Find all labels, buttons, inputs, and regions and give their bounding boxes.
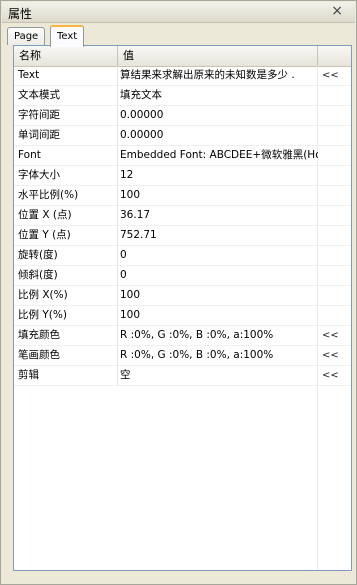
expand-button [318, 86, 351, 105]
property-name: 倾斜(度) [14, 266, 118, 285]
property-value[interactable]: 0 [118, 246, 318, 265]
expand-button [318, 306, 351, 325]
property-name: Text [14, 66, 118, 85]
table-row[interactable]: 剪辑空 << [14, 366, 351, 386]
expand-button [318, 186, 351, 205]
property-value[interactable]: 36.17 [118, 206, 318, 225]
expand-button [318, 286, 351, 305]
property-name: 填充颜色 [14, 326, 118, 345]
properties-panel: 属性 × Page Text 名称 值 Text 算结果来求解出原来的未知数是多少… [0, 0, 357, 585]
property-name: 位置 Y (点) [14, 226, 118, 245]
tab-page[interactable]: Page [7, 27, 46, 45]
table-row[interactable]: 位置 X (点) 36.17 [14, 206, 351, 226]
expand-button[interactable]: << [318, 66, 351, 85]
expand-button [318, 126, 351, 145]
property-value[interactable]: 空 [118, 366, 318, 385]
table-row[interactable]: 字体大小 12 [14, 166, 351, 186]
expand-button [318, 206, 351, 225]
table-row[interactable]: Font Embedded Font: ABCDEE+微软雅黑(Hor [14, 146, 351, 166]
property-name: 笔画颜色 [14, 346, 118, 365]
expand-button [318, 166, 351, 185]
property-name: 字符间距 [14, 106, 118, 125]
property-name: 文本模式 [14, 86, 118, 105]
property-value[interactable]: 0.00000 [118, 106, 318, 125]
table-row[interactable]: 倾斜(度) 0 [14, 266, 351, 286]
tab-strip: Page Text [7, 25, 352, 47]
property-value[interactable]: R :0%, G :0%, B :0%, a:100% [118, 326, 318, 345]
property-name: 字体大小 [14, 166, 118, 185]
property-value[interactable]: 100 [118, 286, 318, 305]
property-value[interactable]: 0.00000 [118, 126, 318, 145]
tab-text[interactable]: Text [50, 25, 85, 47]
table-row[interactable]: 文本模式 填充文本 [14, 86, 351, 106]
table-row[interactable]: 比例 X(%) 100 [14, 286, 351, 306]
expand-button [318, 226, 351, 245]
property-name: 比例 Y(%) [14, 306, 118, 325]
header-action [318, 46, 351, 66]
close-icon[interactable]: × [331, 3, 343, 19]
property-value[interactable]: 100 [118, 306, 318, 325]
table-row[interactable]: 单词间距 0.00000 [14, 126, 351, 146]
table-row[interactable]: 水平比例(%) 100 [14, 186, 351, 206]
panel-title: 属性 [8, 7, 33, 21]
property-name: 水平比例(%) [14, 186, 118, 205]
property-name: 位置 X (点) [14, 206, 118, 225]
table-row[interactable]: 笔画颜色 R :0%, G :0%, B :0%, a:100% << [14, 346, 351, 366]
property-value[interactable]: 12 [118, 166, 318, 185]
property-name: 比例 X(%) [14, 286, 118, 305]
table-row[interactable]: 旋转(度) 0 [14, 246, 351, 266]
property-value[interactable]: 算结果来求解出原来的未知数是多少 . [118, 66, 318, 85]
table-row[interactable]: 比例 Y(%) 100 [14, 306, 351, 326]
grid-header: 名称 值 [14, 46, 351, 67]
expand-button [318, 246, 351, 265]
property-value[interactable]: Embedded Font: ABCDEE+微软雅黑(Hor [118, 146, 318, 165]
property-name: 剪辑 [14, 366, 118, 385]
expand-button[interactable]: << [318, 366, 351, 385]
expand-button [318, 106, 351, 125]
expand-button [318, 146, 351, 165]
property-value[interactable]: R :0%, G :0%, B :0%, a:100% [118, 346, 318, 365]
property-grid: 名称 值 Text 算结果来求解出原来的未知数是多少 . << 文本模式 填充文本 字符间… [13, 45, 352, 571]
property-name: Font [14, 146, 118, 165]
expand-button[interactable]: << [318, 346, 351, 365]
table-row[interactable]: 填充颜色 R :0%, G :0%, B :0%, a:100% << [14, 326, 351, 346]
property-value[interactable]: 填充文本 [118, 86, 318, 105]
property-name: 旋转(度) [14, 246, 118, 265]
property-value[interactable]: 752.71 [118, 226, 318, 245]
property-value[interactable]: 100 [118, 186, 318, 205]
table-row[interactable]: 字符间距 0.00000 [14, 106, 351, 126]
expand-button [318, 266, 351, 285]
header-value[interactable]: 值 [118, 46, 318, 66]
table-row[interactable]: 位置 Y (点) 752.71 [14, 226, 351, 246]
panel-titlebar: 属性 × [2, 2, 355, 23]
table-row[interactable]: Text 算结果来求解出原来的未知数是多少 . << [14, 66, 351, 86]
property-name: 单词间距 [14, 126, 118, 145]
expand-button[interactable]: << [318, 326, 351, 345]
header-name[interactable]: 名称 [14, 46, 118, 66]
property-value[interactable]: 0 [118, 266, 318, 285]
